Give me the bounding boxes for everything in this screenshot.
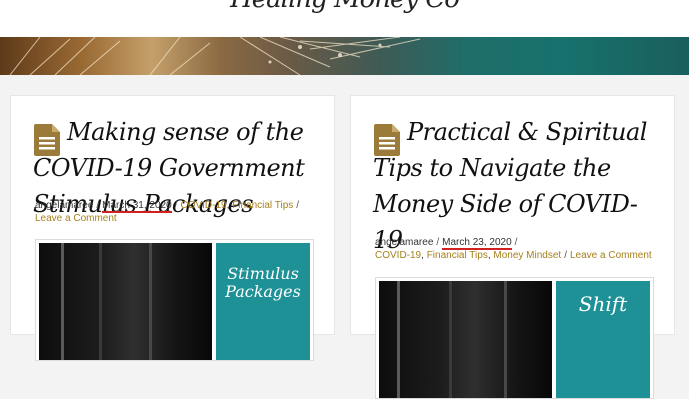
post-author[interactable]: angelamaree	[35, 200, 93, 211]
leave-comment-link[interactable]: Leave a Comment	[35, 213, 117, 224]
post-thumbnail[interactable]: Shift	[375, 277, 654, 399]
category-link-covid-19[interactable]: COVID-19	[180, 200, 226, 211]
thumbnail-label: Shift	[578, 292, 628, 316]
site-title[interactable]: Healing Money Co	[0, 0, 689, 14]
post-card: Making sense of the COVID-19 Government …	[10, 95, 335, 361]
category-link-money-mindset[interactable]: Money Mindset	[493, 250, 561, 261]
dandelion-graphic	[9, 37, 421, 75]
post-date: March 23, 2020	[442, 237, 512, 250]
category-link-financial-tips[interactable]: Financial Tips	[427, 250, 488, 261]
thumbnail-photo	[39, 243, 212, 360]
thumbnail-label-panel: Stimulus Packages	[216, 243, 310, 360]
thumbnail-photo	[379, 281, 552, 398]
post-meta: angelamaree / March 31, 2020/COVID-19, Fin…	[35, 200, 300, 224]
post-date: March 31, 2020	[102, 200, 172, 213]
thumbnail-label-panel: Shift	[556, 281, 650, 398]
leave-comment-link[interactable]: Leave a Comment	[570, 250, 652, 261]
post-card: Practical & Spiritual Tips to Navigate t…	[350, 95, 675, 399]
thumbnail-label: Stimulus Packages	[225, 264, 301, 301]
category-link-financial-tips[interactable]: Financial Tips	[232, 200, 293, 211]
header-banner-image	[0, 37, 689, 75]
category-link-covid-19[interactable]: COVID-19	[375, 250, 421, 261]
post-author[interactable]: angelamaree	[375, 237, 433, 248]
post-meta: angelamaree / March 23, 2020/COVID-19, Fin…	[375, 237, 652, 261]
post-thumbnail[interactable]: Stimulus Packages	[35, 239, 314, 361]
site-header: Healing Money Co	[0, 0, 689, 37]
